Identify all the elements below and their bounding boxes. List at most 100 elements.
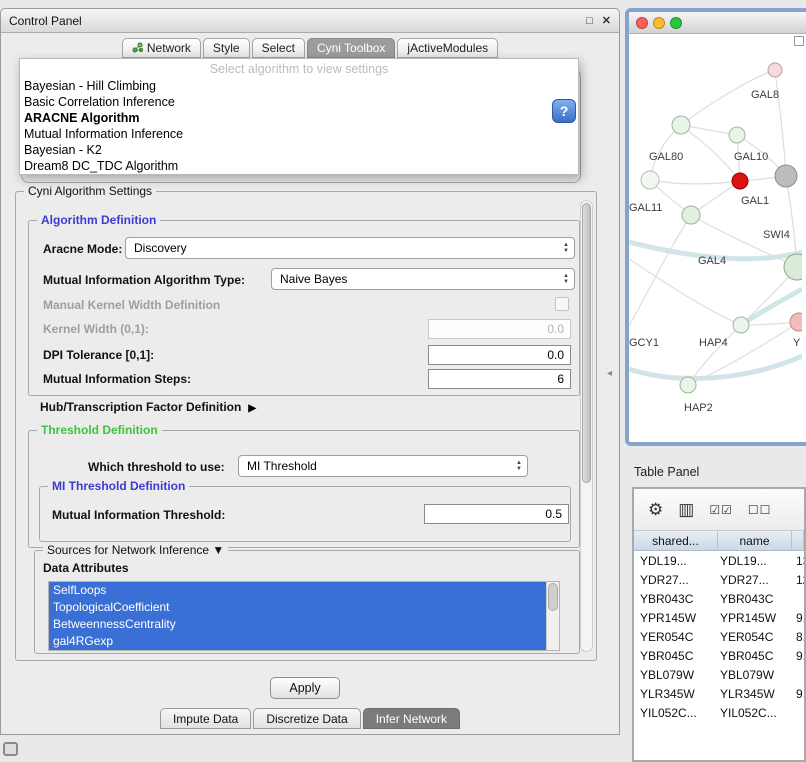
column-header-name[interactable]: name — [718, 531, 792, 550]
dpi-tolerance-label: DPI Tolerance [0,1]: — [43, 348, 154, 362]
columns-icon[interactable]: ▥ — [678, 501, 694, 518]
tab-cyni-toolbox[interactable]: Cyni Toolbox — [307, 38, 395, 58]
data-attributes-list[interactable]: SelfLoops TopologicalCoefficient Between… — [48, 581, 560, 651]
dock-panel-icon[interactable] — [3, 742, 18, 756]
settings-scrollbar[interactable] — [580, 200, 593, 652]
node-label: GCY1 — [629, 337, 659, 349]
mi-threshold-label: Mutual Information Threshold: — [52, 508, 225, 522]
cell-shared: YDR27... — [634, 573, 718, 587]
cell-name: YBL079W — [718, 668, 792, 682]
popup-item-mutual-info[interactable]: Mutual Information Inference — [20, 126, 578, 142]
panel-collapse-arrow-icon[interactable]: ◂ — [607, 368, 612, 379]
list-item-topologicalcoefficient[interactable]: TopologicalCoefficient — [49, 599, 546, 616]
node-green-d[interactable] — [682, 206, 700, 224]
chevron-updown-icon: ▲▼ — [516, 460, 522, 472]
which-threshold-value: MI Threshold — [247, 459, 317, 473]
cell-shared: YER054C — [634, 630, 718, 644]
threshold-definition-group: Threshold Definition Which threshold to … — [28, 430, 580, 548]
edge — [629, 259, 741, 325]
chevron-updown-icon: ▲▼ — [563, 242, 569, 254]
tab-network[interactable]: Network — [122, 38, 201, 58]
mi-threshold-field[interactable]: 0.5 — [424, 504, 569, 524]
table-row[interactable]: YDR27... YDR27... 12 — [634, 570, 804, 589]
popup-item-dream8[interactable]: Dream8 DC_TDC Algorithm — [20, 158, 578, 174]
node-label: GAL4 — [698, 255, 726, 267]
cell-name: YBR045C — [718, 649, 792, 663]
popup-item-basic-correlation[interactable]: Basic Correlation Inference — [20, 94, 578, 110]
table-row[interactable]: YER054C YER054C 8. — [634, 627, 804, 646]
network-icon — [132, 42, 143, 53]
aracne-mode-select[interactable]: Discovery ▲▼ — [125, 237, 575, 259]
kernel-width-field[interactable]: 0.0 — [428, 319, 571, 339]
hub-definition-toggle[interactable]: Hub/Transcription Factor Definition▶ — [40, 400, 256, 414]
table-toolbar: ⚙ ▥ ☑☑ ☐☐ — [634, 489, 804, 531]
table-row[interactable]: YDL19... YDL19... 13 — [634, 551, 804, 570]
cell-extra: 9. — [792, 687, 804, 701]
table-row[interactable]: YIL052C... YIL052C... — [634, 703, 804, 722]
aracne-mode-label: Aracne Mode: — [43, 242, 122, 256]
attributes-scrollbar-thumb[interactable] — [548, 583, 558, 611]
tab-jactivemodules[interactable]: jActiveModules — [397, 38, 498, 58]
zoom-traffic-light[interactable] — [670, 17, 682, 29]
node-green-e[interactable] — [733, 317, 749, 333]
tab-style-label: Style — [213, 41, 240, 55]
algorithm-definition-group: Algorithm Definition Aracne Mode: Discov… — [28, 220, 580, 396]
settings-scrollbar-thumb[interactable] — [582, 203, 591, 483]
tab-discretize-data[interactable]: Discretize Data — [253, 708, 360, 729]
list-item-gal4rgexp[interactable]: gal4RGexp — [49, 633, 546, 650]
node-pink-right[interactable] — [790, 313, 802, 331]
node-red[interactable] — [732, 173, 748, 189]
cell-name: YER054C — [718, 630, 792, 644]
attributes-scrollbar[interactable] — [546, 582, 559, 650]
column-header-shared[interactable]: shared... — [634, 531, 718, 550]
help-icon[interactable]: ? — [552, 99, 576, 123]
table-row[interactable]: YLR345W YLR345W 9. — [634, 684, 804, 703]
dpi-tolerance-value: 0.0 — [547, 348, 564, 362]
list-item-betweennesscentrality[interactable]: BetweennessCentrality — [49, 616, 546, 633]
network-window-titlebar[interactable] — [629, 12, 806, 34]
node-green-a[interactable] — [672, 116, 690, 134]
window-title: Control Panel — [9, 14, 82, 28]
popup-placeholder: Select algorithm to view settings — [20, 61, 578, 78]
table-row[interactable]: YBL079W YBL079W — [634, 665, 804, 684]
network-overview-toggle[interactable] — [794, 36, 804, 46]
tab-impute-data[interactable]: Impute Data — [160, 708, 251, 729]
float-window-icon[interactable]: □ — [586, 15, 593, 27]
node-green-big[interactable] — [784, 254, 802, 280]
network-canvas[interactable]: GAL8 GAL80 GAL10 GAL11 GAL1 SWI4 GAL4 GC… — [629, 34, 806, 442]
tab-infer-network[interactable]: Infer Network — [363, 708, 460, 729]
popup-item-bayesian-hill[interactable]: Bayesian - Hill Climbing — [20, 78, 578, 94]
select-all-rows-icon[interactable]: ☑☑ — [709, 504, 733, 516]
manual-kernel-checkbox[interactable] — [555, 297, 569, 311]
table-row[interactable]: YBR045C YBR045C 9. — [634, 646, 804, 665]
node-green-f[interactable] — [680, 377, 696, 393]
close-window-icon[interactable]: ✕ — [602, 14, 611, 27]
cell-shared: YBL079W — [634, 668, 718, 682]
list-item-selfloops[interactable]: SelfLoops — [49, 582, 546, 599]
deselect-all-rows-icon[interactable]: ☐☐ — [748, 504, 772, 516]
node-gray[interactable] — [775, 165, 797, 187]
mi-steps-field[interactable]: 6 — [428, 369, 571, 389]
minimize-traffic-light[interactable] — [653, 17, 665, 29]
popup-item-aracne[interactable]: ARACNE Algorithm — [20, 110, 578, 126]
sources-group-title[interactable]: Sources for Network Inference ▼ — [43, 543, 228, 557]
mi-type-select[interactable]: Naive Bayes ▲▼ — [271, 268, 575, 290]
dpi-tolerance-field[interactable]: 0.0 — [428, 345, 571, 365]
table-body: YDL19... YDL19... 13 YDR27... YDR27... 1… — [634, 551, 804, 722]
close-traffic-light[interactable] — [636, 17, 648, 29]
node-green-c[interactable] — [641, 171, 659, 189]
popup-item-bayesian-k2[interactable]: Bayesian - K2 — [20, 142, 578, 158]
node-green-b[interactable] — [729, 127, 745, 143]
gear-icon[interactable]: ⚙ — [648, 501, 663, 518]
apply-button[interactable]: Apply — [270, 677, 340, 699]
which-threshold-select[interactable]: MI Threshold ▲▼ — [238, 455, 528, 477]
mi-threshold-title: MI Threshold Definition — [48, 479, 189, 493]
control-panel-titlebar[interactable]: Control Panel □ ✕ — [1, 9, 619, 33]
table-row[interactable]: YBR043C YBR043C — [634, 589, 804, 608]
table-row[interactable]: YPR145W YPR145W 9. — [634, 608, 804, 627]
column-header-extra[interactable] — [792, 531, 804, 550]
tab-style[interactable]: Style — [203, 38, 250, 58]
cell-name: YPR145W — [718, 611, 792, 625]
tab-select[interactable]: Select — [252, 38, 305, 58]
node-pink-top[interactable] — [768, 63, 782, 77]
